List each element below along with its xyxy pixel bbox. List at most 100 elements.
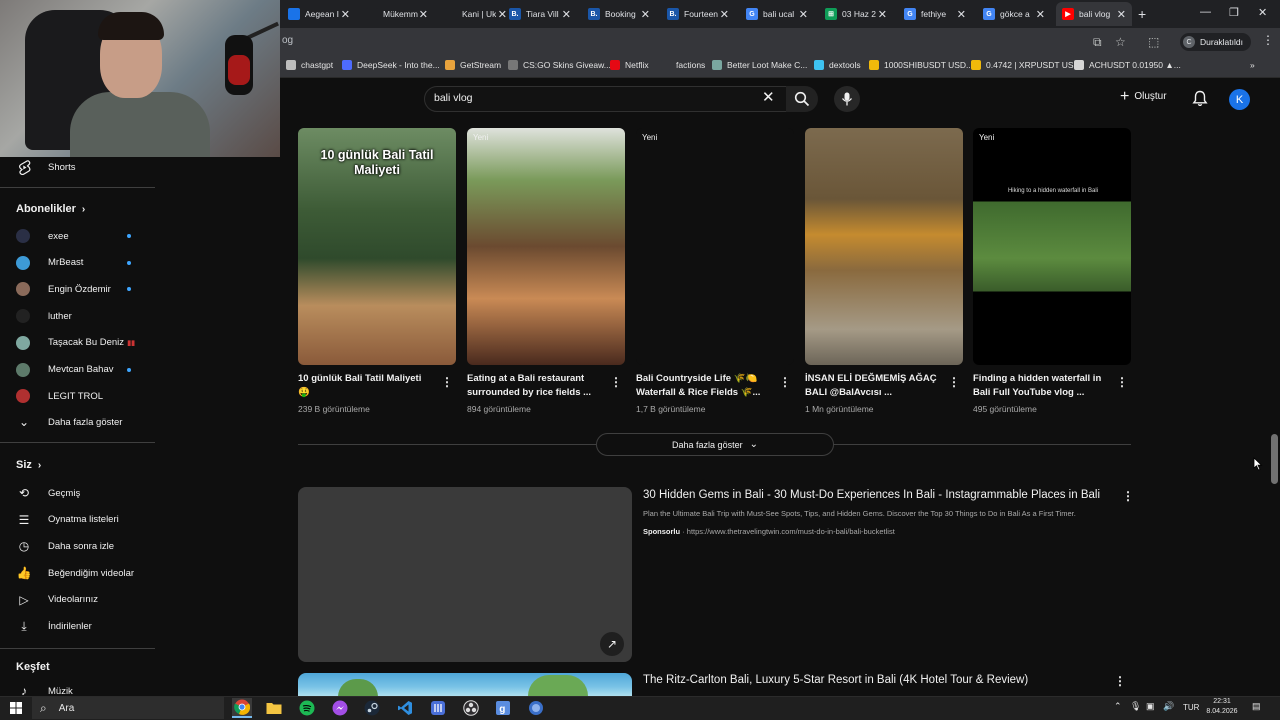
page-scrollbar[interactable]: [1270, 78, 1280, 696]
bookmark-item[interactable]: Better Loot Make C...: [712, 60, 807, 70]
search-query[interactable]: bali vlog: [434, 92, 473, 104]
account-avatar[interactable]: K: [1229, 89, 1250, 110]
more-options-icon[interactable]: ⋮: [779, 375, 791, 389]
sponsor-url[interactable]: https://www.thetravelingtwin.com/must-do…: [687, 527, 895, 536]
scrollbar-thumb[interactable]: [1271, 434, 1278, 484]
bookmark-star-icon[interactable]: ☆: [1115, 35, 1126, 49]
tray-overflow-icon[interactable]: ⌃: [1114, 701, 1122, 712]
windows-start-button[interactable]: [6, 698, 26, 718]
browser-tab[interactable]: Gbali ucal ✕: [740, 2, 814, 26]
create-button[interactable]: + Oluştur: [1120, 88, 1167, 104]
browser-tab[interactable]: Mükemm ✕: [360, 2, 434, 26]
short-thumbnail[interactable]: Yeni: [467, 128, 625, 365]
bookmark-item[interactable]: dextools: [814, 60, 861, 70]
browser-menu-icon[interactable]: ⋮: [1262, 33, 1274, 47]
short-title[interactable]: Finding a hidden waterfall in Bali Full …: [973, 372, 1108, 400]
subscription-item[interactable]: Mevtcan Bahav: [16, 360, 151, 380]
short-thumbnail[interactable]: 10 günlük Bali Tatil Maliyeti: [298, 128, 456, 365]
browser-tab[interactable]: Ggökce a ✕: [977, 2, 1051, 26]
new-tab-button[interactable]: +: [1138, 6, 1146, 22]
tab-close-icon[interactable]: ✕: [957, 8, 966, 21]
short-thumbnail[interactable]: Yeni Hiking to a hidden waterfall in Bali: [973, 128, 1131, 365]
volume-icon[interactable]: 🔊: [1163, 701, 1174, 712]
you-heading[interactable]: Siz ›: [16, 459, 41, 471]
browser-tab[interactable]: ⊞ 03 Haz 2 ✕: [819, 2, 893, 26]
tab-close-icon[interactable]: ✕: [878, 8, 887, 21]
minimize-button[interactable]: —: [1200, 6, 1211, 18]
extensions-icon[interactable]: ⬚: [1148, 35, 1159, 49]
sidebar-item[interactable]: ⟲ Geçmiş: [16, 483, 151, 503]
sidebar-item[interactable]: 👍 Beğendiğim videolar: [16, 563, 151, 583]
subscription-item[interactable]: exee: [16, 226, 151, 246]
taskbar-search[interactable]: ⌕ Ara: [32, 697, 224, 719]
more-options-icon[interactable]: ⋮: [1116, 375, 1128, 389]
bookmark-item[interactable]: chastgpt: [286, 60, 333, 70]
vscode-icon[interactable]: [395, 698, 415, 718]
steam-icon[interactable]: [362, 698, 382, 718]
subscriptions-heading[interactable]: Abonelikler ›: [16, 203, 85, 215]
browser-tab[interactable]: Kani | Uk ✕: [439, 2, 513, 26]
bookmark-item[interactable]: 1000SHIBUSDT USD...: [869, 60, 973, 70]
sidebar-show-more[interactable]: ⌄ Daha fazla göster: [16, 412, 151, 432]
bookmark-item[interactable]: ACHUSDT 0.01950 ▲...: [1074, 60, 1181, 70]
subscription-item[interactable]: luther: [16, 306, 151, 326]
tab-close-icon[interactable]: ✕: [562, 8, 571, 21]
notifications-button[interactable]: [1192, 90, 1208, 112]
tab-close-icon[interactable]: ✕: [419, 8, 428, 21]
browser-tab[interactable]: Aegean I ✕: [282, 2, 356, 26]
subscription-item[interactable]: LEGIT TROL: [16, 386, 151, 406]
tab-close-icon[interactable]: ✕: [720, 8, 729, 21]
file-explorer-icon[interactable]: [264, 698, 284, 718]
notification-center-icon[interactable]: ▤: [1252, 701, 1261, 712]
browser-tab[interactable]: Gfethiye ✕: [898, 2, 972, 26]
voice-search-button[interactable]: [834, 86, 860, 112]
browser-tab[interactable]: B. Booking ✕: [582, 2, 656, 26]
sidebar-item[interactable]: ☰ Oynatma listeleri: [16, 510, 151, 530]
short-thumbnail[interactable]: [805, 128, 963, 365]
shorts-show-more-button[interactable]: Daha fazla göster ⌄: [596, 433, 834, 456]
short-title[interactable]: Eating at a Bali restaurant surrounded b…: [467, 372, 602, 400]
short-title[interactable]: İNSAN ELİ DEĞMEMİŞ AĞAÇ BALI @BalAvcısı …: [805, 372, 940, 400]
result-title[interactable]: The Ritz-Carlton Bali, Luxury 5-Star Res…: [643, 674, 1028, 686]
more-options-icon[interactable]: ⋮: [948, 375, 960, 389]
result-thumbnail[interactable]: [298, 673, 632, 696]
tab-close-icon[interactable]: ✕: [341, 8, 350, 21]
blue-circle-app-icon[interactable]: [526, 698, 546, 718]
url-input[interactable]: og: [282, 35, 293, 46]
sidebar-item[interactable]: ⤓ İndirilenler: [16, 617, 151, 637]
tab-close-icon[interactable]: ✕: [641, 8, 650, 21]
restore-button[interactable]: ❐: [1229, 6, 1239, 19]
more-options-icon[interactable]: ⋮: [610, 375, 622, 389]
bookmark-item[interactable]: 0.4742 | XRPUSDT US...: [971, 60, 1081, 70]
cast-icon[interactable]: ⧉: [1093, 35, 1102, 50]
more-options-icon[interactable]: ⋮: [441, 375, 453, 389]
g-app-icon[interactable]: g: [493, 698, 513, 718]
bookmark-item[interactable]: Netflix: [610, 60, 649, 70]
microphone-tray-icon[interactable]: 🎙: [1130, 701, 1141, 712]
more-options-icon[interactable]: ⋮: [1122, 489, 1134, 503]
browser-tab[interactable]: B. Tiara Vill ✕: [503, 2, 577, 26]
subscription-item[interactable]: Engin Özdemir: [16, 279, 151, 299]
language-indicator[interactable]: TUR: [1183, 703, 1199, 712]
subscription-item[interactable]: MrBeast: [16, 253, 151, 273]
external-link-icon[interactable]: ↗: [600, 632, 624, 656]
bookmark-item[interactable]: GetStream: [445, 60, 501, 70]
profile-button[interactable]: C Duraklatıldı: [1180, 33, 1251, 51]
tab-close-icon[interactable]: ✕: [1117, 8, 1126, 21]
taskbar-clock[interactable]: 22:31 8.04.2026: [1204, 697, 1240, 717]
sidebar-item[interactable]: ▷ Videolarınız: [16, 590, 151, 610]
vpn-app-icon[interactable]: [428, 698, 448, 718]
short-title[interactable]: 10 günlük Bali Tatil Maliyeti 🤑: [298, 372, 433, 400]
subscription-item[interactable]: Taşacak Bu Deniz ▮▮: [16, 333, 151, 353]
chrome-taskbar-icon[interactable]: [232, 698, 252, 718]
browser-tab[interactable]: B. Fourteen ✕: [661, 2, 735, 26]
short-title[interactable]: Bali Countryside Life 🌾🍋 Waterfall & Ric…: [636, 372, 771, 400]
messenger-icon[interactable]: [330, 698, 350, 718]
bookmark-item[interactable]: DeepSeek - Into the...: [342, 60, 440, 70]
close-window-button[interactable]: ✕: [1258, 6, 1267, 19]
more-options-icon[interactable]: ⋮: [1114, 674, 1126, 688]
obs-studio-icon[interactable]: [461, 698, 481, 718]
network-icon[interactable]: ▣: [1146, 701, 1155, 712]
browser-tab[interactable]: ▶ bali vlog ✕: [1056, 2, 1132, 26]
result-title[interactable]: 30 Hidden Gems in Bali - 30 Must-Do Expe…: [643, 489, 1100, 501]
